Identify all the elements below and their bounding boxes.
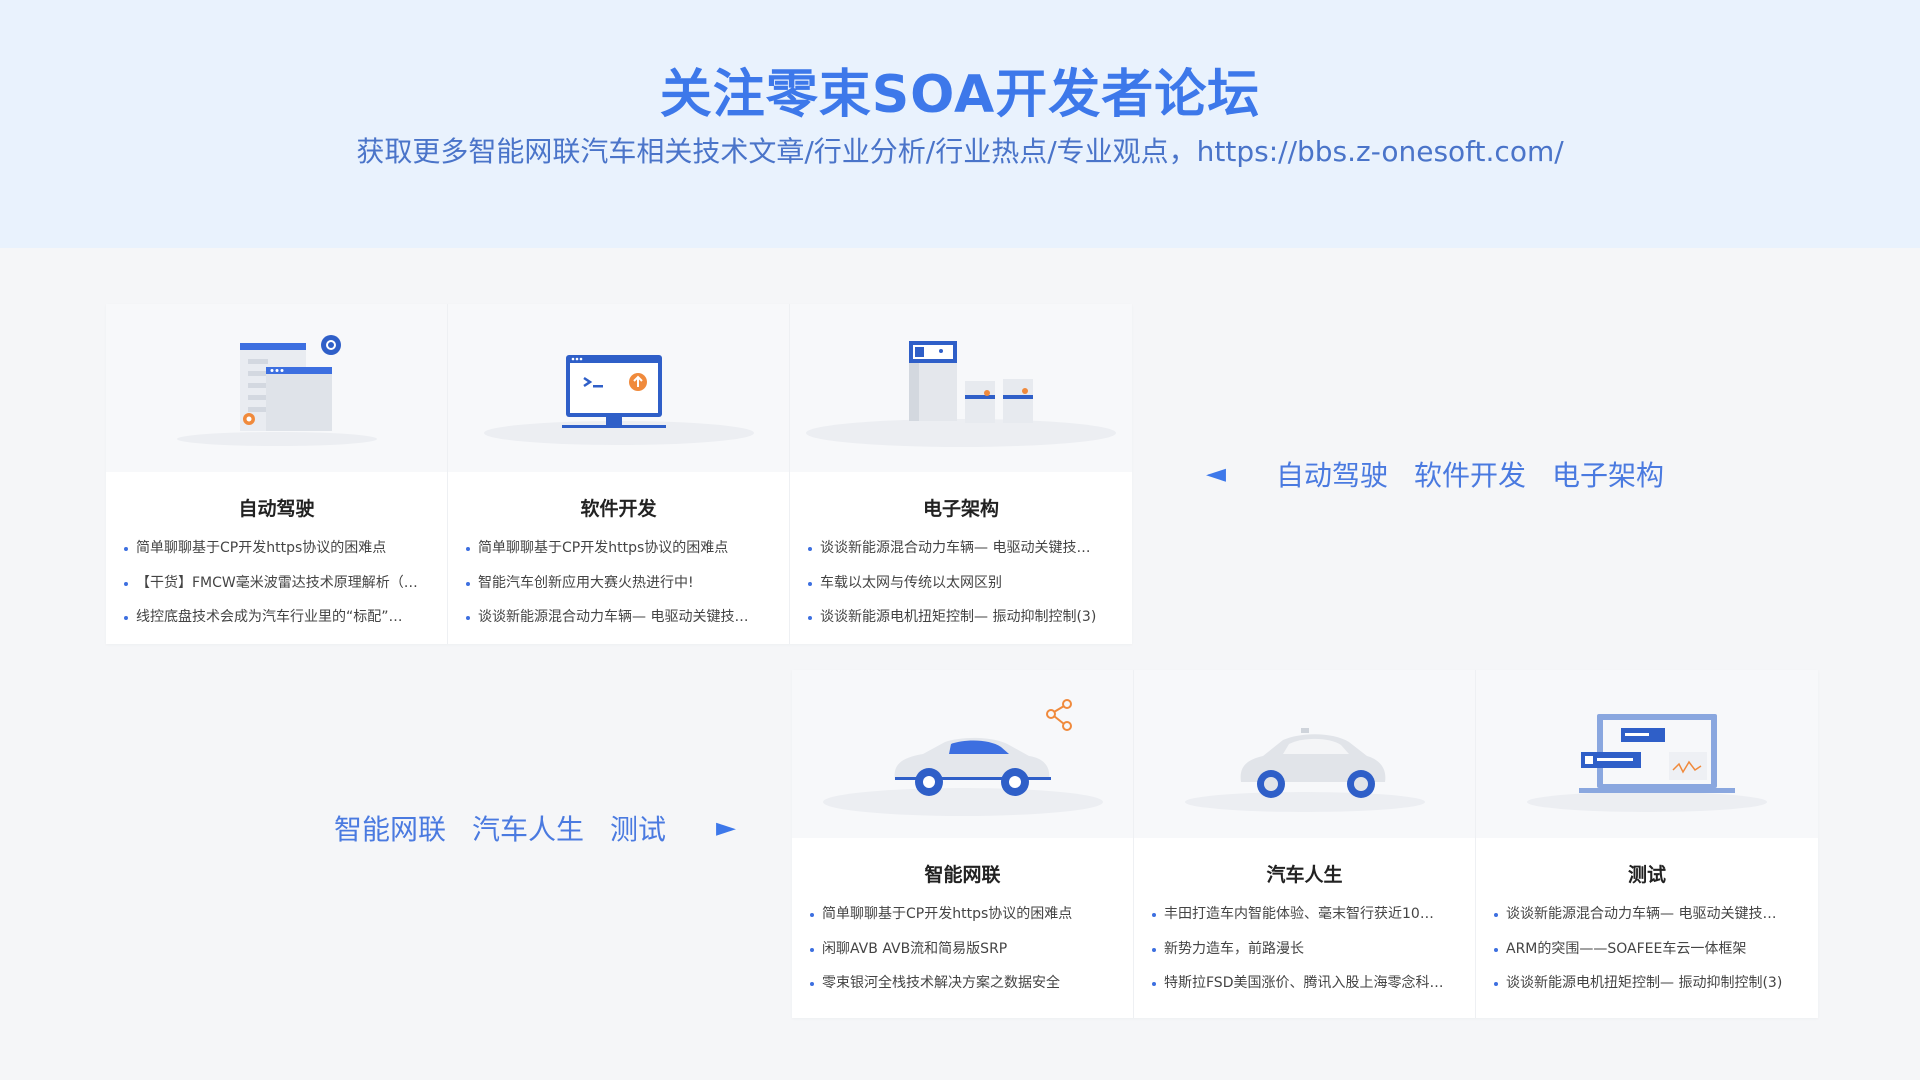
server-devices-icon <box>790 304 1132 472</box>
category-card-testing[interactable]: 测试 谈谈新能源混合动力车辆— 电驱动关键技… ARM的突围——SOAFEE车云… <box>1476 670 1818 1018</box>
article-link[interactable]: 特斯拉FSD美国涨价、腾讯入股上海零念科… <box>1152 966 1465 1001</box>
page-title: 关注零束SOA开发者论坛 <box>659 65 1261 125</box>
article-link[interactable]: 谈谈新能源电机扭矩控制— 振动抑制控制(3) <box>1494 966 1808 1001</box>
tab-automotive-life[interactable]: 汽车人生 <box>472 808 584 848</box>
article-link[interactable]: 谈谈新能源混合动力车辆— 电驱动关键技… <box>466 600 779 635</box>
tab-electronic-architecture[interactable]: 电子架构 <box>1552 454 1664 494</box>
article-list: 简单聊聊基于CP开发https协议的困难点 智能汽车创新应用大赛火热进行中! 谈… <box>448 531 789 635</box>
article-list: 谈谈新能源混合动力车辆— 电驱动关键技… ARM的突围——SOAFEE车云一体框… <box>1476 897 1818 1001</box>
laptop-test-icon <box>1476 670 1818 838</box>
tab-testing[interactable]: 测试 <box>610 808 666 848</box>
category-card-software-development[interactable]: 软件开发 简单聊聊基于CP开发https协议的困难点 智能汽车创新应用大赛火热进… <box>448 304 790 644</box>
connected-car-icon <box>792 670 1133 838</box>
top-category-panel: 自动驾驶 简单聊聊基于CP开发https协议的困难点 【干货】FMCW毫米波雷达… <box>106 304 1132 644</box>
browser-windows-gear-icon <box>106 304 447 472</box>
article-link[interactable]: 简单聊聊基于CP开发https协议的困难点 <box>124 531 437 566</box>
article-link[interactable]: 【干货】FMCW毫米波雷达技术原理解析（… <box>124 566 437 601</box>
page-subtitle: 获取更多智能网联汽车相关技术文章/行业分析/行业热点/专业观点，https://… <box>356 135 1564 168</box>
header-banner: 关注零束SOA开发者论坛 获取更多智能网联汽车相关技术文章/行业分析/行业热点/… <box>0 0 1920 248</box>
article-link[interactable]: 零束银河全栈技术解决方案之数据安全 <box>810 966 1123 1001</box>
category-card-electronic-architecture[interactable]: 电子架构 谈谈新能源混合动力车辆— 电驱动关键技… 车载以太网与传统以太网区别 … <box>790 304 1132 644</box>
tab-autonomous-driving[interactable]: 自动驾驶 <box>1276 454 1388 494</box>
article-link[interactable]: 车载以太网与传统以太网区别 <box>808 566 1122 601</box>
card-title: 汽车人生 <box>1266 864 1343 886</box>
card-title: 测试 <box>1627 864 1666 886</box>
article-link[interactable]: 谈谈新能源混合动力车辆— 电驱动关键技… <box>1494 897 1808 932</box>
article-list: 简单聊聊基于CP开发https协议的困难点 【干货】FMCW毫米波雷达技术原理解… <box>106 531 447 635</box>
article-link[interactable]: 线控底盘技术会成为汽车行业里的“标配”… <box>124 600 437 635</box>
article-link[interactable]: 简单聊聊基于CP开发https协议的困难点 <box>810 897 1123 932</box>
card-title: 电子架构 <box>922 498 999 520</box>
card-title: 软件开发 <box>580 498 657 520</box>
sedan-car-icon <box>1134 670 1475 838</box>
article-link[interactable]: 谈谈新能源混合动力车辆— 电驱动关键技… <box>808 531 1122 566</box>
tab-connected-vehicle[interactable]: 智能网联 <box>334 808 446 848</box>
article-link[interactable]: ARM的突围——SOAFEE车云一体框架 <box>1494 932 1808 967</box>
article-link[interactable]: 谈谈新能源电机扭矩控制— 振动抑制控制(3) <box>808 600 1122 635</box>
bottom-category-panel: 智能网联 简单聊聊基于CP开发https协议的困难点 闲聊AVB AVB流和简易… <box>792 670 1818 1018</box>
article-link[interactable]: 简单聊聊基于CP开发https协议的困难点 <box>466 531 779 566</box>
article-link[interactable]: 丰田打造车内智能体验、毫末智行获近10… <box>1152 897 1465 932</box>
tab-software-development[interactable]: 软件开发 <box>1414 454 1526 494</box>
article-list: 简单聊聊基于CP开发https协议的困难点 闲聊AVB AVB流和简易版SRP … <box>792 897 1133 1001</box>
article-link[interactable]: 新势力造车，前路漫长 <box>1152 932 1465 967</box>
article-list: 丰田打造车内智能体验、毫末智行获近10… 新势力造车，前路漫长 特斯拉FSD美国… <box>1134 897 1475 1001</box>
card-title: 自动驾驶 <box>238 498 315 520</box>
next-arrow-icon[interactable]: ► <box>716 813 736 843</box>
bottom-category-tabs: 智能网联 汽车人生 测试 ► <box>334 808 736 848</box>
card-title: 智能网联 <box>924 864 1001 886</box>
article-link[interactable]: 智能汽车创新应用大赛火热进行中! <box>466 566 779 601</box>
previous-arrow-icon[interactable]: ◄ <box>1206 459 1226 489</box>
monitor-terminal-icon <box>448 304 789 472</box>
category-card-connected-vehicle[interactable]: 智能网联 简单聊聊基于CP开发https协议的困难点 闲聊AVB AVB流和简易… <box>792 670 1134 1018</box>
category-card-automotive-life[interactable]: 汽车人生 丰田打造车内智能体验、毫末智行获近10… 新势力造车，前路漫长 特斯拉… <box>1134 670 1476 1018</box>
article-link[interactable]: 闲聊AVB AVB流和简易版SRP <box>810 932 1123 967</box>
top-category-tabs: ◄ 自动驾驶 软件开发 电子架构 <box>1206 454 1664 494</box>
article-list: 谈谈新能源混合动力车辆— 电驱动关键技… 车载以太网与传统以太网区别 谈谈新能源… <box>790 531 1132 635</box>
category-card-autonomous-driving[interactable]: 自动驾驶 简单聊聊基于CP开发https协议的困难点 【干货】FMCW毫米波雷达… <box>106 304 448 644</box>
